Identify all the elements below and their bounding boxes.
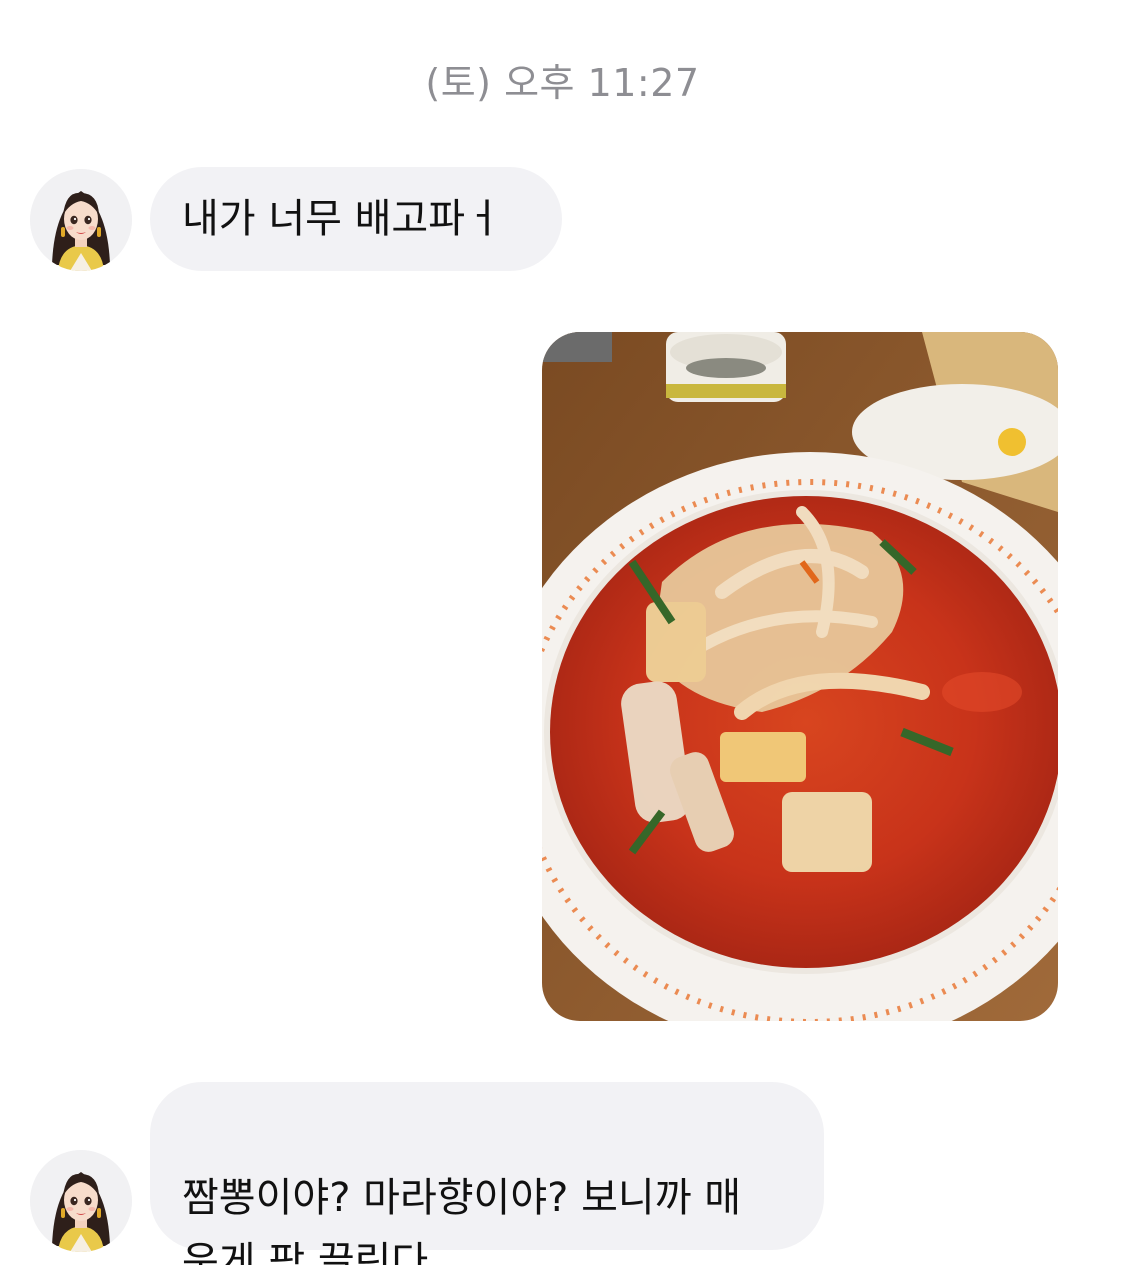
message-bubble-received[interactable]: 내가 너무 배고파ㅓ: [150, 167, 562, 271]
sender-avatar[interactable]: [30, 1150, 132, 1252]
sender-avatar[interactable]: [30, 169, 132, 271]
message-text: 짬뽕이야? 마라향이야? 보니까 매 운게 팍 끌린다: [182, 1175, 742, 1265]
chat-thread: (토) 오후 11:27 내가 너무 배고파ㅓ 짬뽕이야? 마라향이야? 보니까…: [0, 0, 1125, 1265]
avatar-illustration: [30, 169, 132, 271]
chat-timestamp: (토) 오후 11:27: [425, 61, 700, 105]
avatar-illustration: [30, 1150, 132, 1252]
message-photo-sent[interactable]: [542, 332, 1058, 1021]
message-bubble-received[interactable]: 짬뽕이야? 마라향이야? 보니까 매 운게 팍 끌린다: [150, 1082, 824, 1265]
food-photo: [542, 332, 1058, 1021]
message-text: 내가 너무 배고파ㅓ: [182, 196, 502, 242]
